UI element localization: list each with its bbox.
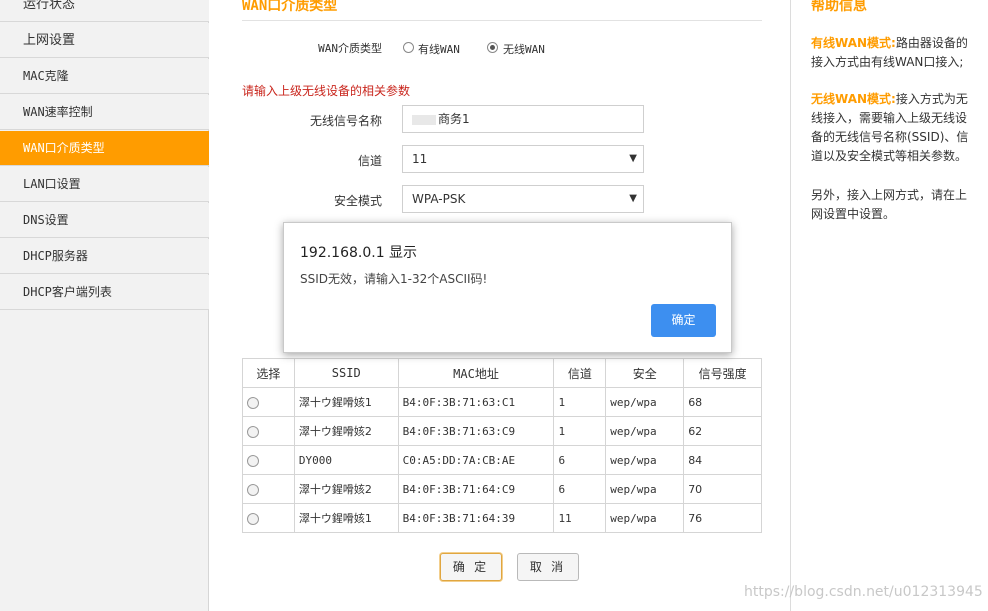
title-divider [242, 20, 762, 21]
channel-cell: 6 [553, 445, 607, 475]
sidebar-item-wan-media-type[interactable]: WAN口介质类型 [0, 131, 209, 166]
media-type-label: WAN介质类型 [318, 42, 382, 55]
wired-wan-radio[interactable] [403, 42, 414, 53]
mac-cell: B4:0F:3B:71:64:C9 [397, 474, 555, 504]
row-select-radio[interactable] [247, 396, 259, 409]
security-cell: wep/wpa [605, 416, 685, 446]
page-title: WAN口介质类型 [242, 0, 338, 14]
wireless-wan-radio[interactable] [487, 42, 498, 53]
watermark-text: https://blog.csdn.net/u012313945 [744, 584, 983, 600]
sidebar-item-internet-settings[interactable]: 上网设置 [0, 23, 209, 58]
caret-down-icon: ▼ [629, 153, 637, 164]
table-row[interactable]: DY000 C0:A5:DD:7A:CB:AE 6 wep/wpa 84 [242, 445, 762, 475]
channel-cell: 6 [553, 474, 607, 504]
ssid-label: 无线信号名称 [309, 114, 382, 128]
channel-cell: 1 [553, 416, 607, 446]
sidebar-item-status[interactable]: 运行状态 [0, 0, 209, 22]
channel-label: 信道 [357, 154, 382, 168]
table-header-row: 选择 SSID MAC地址 信道 安全 信号强度 [242, 358, 762, 388]
signal-cell: 62 [683, 416, 762, 446]
col-header-security: 安全 [605, 358, 685, 388]
wired-wan-label: 有线WAN [418, 43, 460, 56]
help-paragraph-wireless: 无线WAN模式:接入方式为无线接入，需要输入上级无线设备的无线信号名称(SSID… [811, 90, 976, 166]
mac-cell: C0:A5:DD:7A:CB:AE [397, 445, 555, 475]
ssid-value: 商务1 [438, 112, 470, 126]
sidebar-item-dhcp-clients[interactable]: DHCP客户端列表 [0, 275, 209, 310]
col-header-ssid: SSID [293, 358, 399, 388]
security-select[interactable]: WPA-PSK ▼ [402, 185, 644, 213]
alert-dialog: 192.168.0.1 显示 SSID无效，请输入1-32个ASCII码! 确定 [283, 222, 732, 353]
col-header-channel: 信道 [553, 358, 607, 388]
signal-cell: 76 [683, 503, 762, 533]
caret-down-icon: ▼ [629, 193, 637, 204]
ssid-cell: 濢十ウ鍟嗗姟1 [293, 503, 399, 533]
signal-cell: 84 [683, 445, 762, 475]
ssid-cell: 濢十ウ鍟嗗姟2 [293, 474, 399, 504]
row-select-radio[interactable] [247, 512, 259, 525]
security-cell: wep/wpa [605, 387, 685, 417]
ssid-cell: DY000 [293, 445, 399, 475]
row-select-radio[interactable] [247, 425, 259, 438]
help-key-wired: 有线WAN模式: [811, 36, 896, 50]
mac-cell: B4:0F:3B:71:63:C1 [397, 387, 555, 417]
help-panel-divider [790, 0, 791, 611]
sidebar-item-dhcp-server[interactable]: DHCP服务器 [0, 239, 209, 274]
signal-cell: 70 [683, 474, 762, 504]
redacted-text [412, 114, 436, 125]
table-row[interactable]: 濢十ウ鍟嗗姟1 B4:0F:3B:71:63:C1 1 wep/wpa 68 [242, 387, 762, 417]
col-header-select: 选择 [242, 358, 295, 388]
help-title: 帮助信息 [811, 0, 867, 14]
section-note: 请输入上级无线设备的相关参数 [242, 84, 411, 98]
mac-cell: B4:0F:3B:71:63:C9 [397, 416, 555, 446]
table-row[interactable]: 濢十ウ鍟嗗姟2 B4:0F:3B:71:63:C9 1 wep/wpa 62 [242, 416, 762, 446]
security-cell: wep/wpa [605, 503, 685, 533]
signal-cell: 68 [683, 387, 762, 417]
wireless-wan-label: 无线WAN [503, 43, 545, 56]
help-paragraph-wired: 有线WAN模式:路由器设备的接入方式由有线WAN口接入; [811, 34, 976, 72]
sidebar-item-mac-clone[interactable]: MAC克隆 [0, 59, 209, 94]
ssid-cell: 濢十ウ鍟嗗姟2 [293, 416, 399, 446]
dialog-message: SSID无效，请输入1-32个ASCII码! [300, 272, 488, 286]
col-header-signal: 信号强度 [683, 358, 762, 388]
col-header-mac: MAC地址 [397, 358, 555, 388]
ssid-cell: 濢十ウ鍟嗗姟1 [293, 387, 399, 417]
cancel-button[interactable]: 取 消 [517, 553, 579, 581]
sidebar-item-lan-settings[interactable]: LAN口设置 [0, 167, 209, 202]
security-label: 安全模式 [333, 194, 382, 208]
confirm-button[interactable]: 确 定 [440, 553, 502, 581]
table-row[interactable]: 濢十ウ鍟嗗姟2 B4:0F:3B:71:64:C9 6 wep/wpa 70 [242, 474, 762, 504]
table-row[interactable]: 濢十ウ鍟嗗姟1 B4:0F:3B:71:64:39 11 wep/wpa 76 [242, 503, 762, 533]
row-select-radio[interactable] [247, 454, 259, 467]
row-select-radio[interactable] [247, 483, 259, 496]
sidebar: 运行状态 上网设置 MAC克隆 WAN速率控制 WAN口介质类型 LAN口设置 … [0, 0, 209, 611]
security-value: WPA-PSK [412, 192, 466, 206]
channel-value: 11 [412, 152, 428, 166]
channel-cell: 11 [553, 503, 607, 533]
security-cell: wep/wpa [605, 445, 685, 475]
ssid-input[interactable]: 商务1 [402, 105, 644, 133]
channel-select[interactable]: 11 ▼ [402, 145, 644, 173]
help-paragraph-other: 另外，接入上网方式，请在上网设置中设置。 [811, 188, 968, 221]
sidebar-item-wan-rate[interactable]: WAN速率控制 [0, 95, 209, 130]
dialog-ok-button[interactable]: 确定 [651, 304, 716, 337]
channel-cell: 1 [553, 387, 607, 417]
dialog-title: 192.168.0.1 显示 [300, 245, 418, 261]
help-key-wireless: 无线WAN模式: [811, 92, 896, 106]
scan-results-table: 选择 SSID MAC地址 信道 安全 信号强度 濢十ウ鍟嗗姟1 B4:0F:3… [242, 358, 762, 533]
mac-cell: B4:0F:3B:71:64:39 [397, 503, 555, 533]
security-cell: wep/wpa [605, 474, 685, 504]
sidebar-item-dns-settings[interactable]: DNS设置 [0, 203, 209, 238]
